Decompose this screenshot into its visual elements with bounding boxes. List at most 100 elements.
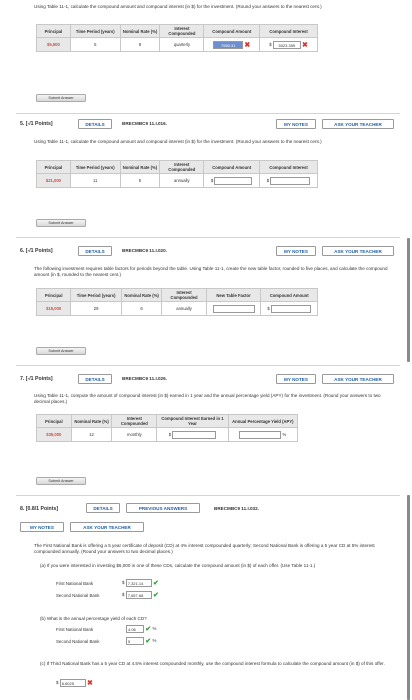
first-bank-input[interactable]: 7,321.14: [125, 579, 152, 587]
details-button[interactable]: DETAILS: [78, 119, 112, 129]
rate-cell: 6: [120, 301, 163, 316]
table-factor-input[interactable]: [212, 304, 255, 313]
details-button[interactable]: DETAILS: [78, 246, 112, 256]
col-compounded: Interest Compounded: [161, 288, 207, 302]
question-divider: [16, 237, 400, 238]
col-interest: Compound Interest: [259, 24, 318, 38]
col-compounded: Interest Compounded: [111, 414, 158, 428]
q8-intro: The First National Bank is offering a 5 …: [34, 543, 375, 554]
col-interest-1yr: Compound Interest Earned in 1 Year: [156, 414, 229, 428]
my-notes-button[interactable]: MY NOTES: [20, 522, 64, 532]
question-code: BRECMBC9 11.I.016.: [122, 121, 167, 126]
correct-icon: ✔: [153, 580, 159, 587]
details-button[interactable]: DETAILS: [78, 374, 112, 384]
second-bank-answer: $ 7,657.68 ✔: [122, 591, 159, 599]
rate-cell: 12: [70, 427, 113, 442]
q4-table: Principal Time Period (years) Nominal Ra…: [36, 24, 318, 52]
rate-cell: 5: [119, 173, 161, 188]
col-time: Time Period (years): [69, 160, 121, 174]
col-principal: Principal: [36, 414, 72, 428]
previous-answers-button[interactable]: PREVIOUS ANSWERS: [126, 503, 200, 513]
q7-table: Principal Nominal Rate (%) Interest Comp…: [36, 414, 299, 442]
amount-cell: 7550.31 ✖: [203, 37, 261, 52]
interest-input[interactable]: 5023.355: [272, 40, 301, 49]
question-code: BRECMBC9 11.I.020.: [122, 248, 167, 253]
first-apy-input[interactable]: 4.06: [126, 625, 144, 633]
amount-input[interactable]: [270, 304, 311, 313]
scrollbar-thumb[interactable]: [407, 495, 410, 700]
col-time: Time Period (years): [69, 24, 121, 38]
amount-input[interactable]: 7550.31: [213, 40, 244, 49]
interest-input[interactable]: [270, 176, 311, 185]
col-time: Time Period (years): [70, 288, 122, 302]
submit-answer-button[interactable]: Submit Answer: [36, 94, 86, 102]
correct-icon: ✔: [145, 626, 152, 633]
principal-cell: $21,000: [36, 173, 71, 188]
col-principal: Principal: [36, 160, 71, 174]
incorrect-icon: ✖: [301, 41, 308, 49]
q5-instructions: Using Table 11-1, calculate the compound…: [34, 139, 322, 144]
col-rate: Nominal Rate (%): [119, 160, 161, 174]
incorrect-icon: ✖: [87, 680, 93, 687]
question-divider: [16, 365, 400, 366]
first-bank-apy-answer: 4.06 ✔ %: [126, 625, 157, 633]
ask-teacher-button[interactable]: ASK YOUR TEACHER: [322, 374, 394, 384]
question-divider: [16, 495, 400, 496]
ask-teacher-button[interactable]: ASK YOUR TEACHER: [322, 119, 394, 129]
amount-input[interactable]: [214, 176, 253, 185]
third-bank-input[interactable]: 6.6025: [59, 679, 86, 687]
my-notes-button[interactable]: MY NOTES: [276, 374, 316, 384]
time-cell: 29: [70, 301, 122, 316]
question-number: 7. [-/1 Points]: [20, 376, 53, 382]
principal-cell: $5,500: [36, 37, 71, 52]
ask-teacher-button[interactable]: ASK YOUR TEACHER: [322, 246, 394, 256]
q5-table: Principal Time Period (years) Nominal Ra…: [36, 160, 318, 188]
table-factor-cell: [205, 301, 262, 316]
compounded-cell: quarterly: [159, 37, 205, 52]
interest-input[interactable]: [172, 430, 217, 439]
col-amount: Compound Amount: [203, 24, 261, 38]
amount-cell: $: [203, 173, 261, 188]
second-bank-input[interactable]: 7,657.68: [125, 591, 152, 599]
part-a-text: (a) If you were interested in investing …: [40, 563, 316, 568]
incorrect-icon: ✖: [244, 41, 251, 49]
question-divider: [16, 113, 400, 114]
submit-answer-button[interactable]: Submit Answer: [36, 219, 86, 227]
part-b-text: (b) What is the annual percentage yield …: [40, 616, 147, 621]
part-c-text: (c) If Third National Bank has a 5 year …: [40, 661, 385, 666]
interest-cell: $: [259, 173, 318, 188]
col-compounded: Interest Compounded: [159, 160, 205, 174]
col-amount: Compound Amount: [260, 288, 318, 302]
question-code: BRECMBC9 11.I.032.: [214, 506, 259, 511]
col-table-factor: New Table Factor: [205, 288, 262, 302]
second-apy-input[interactable]: 5: [126, 637, 144, 645]
compounded-cell: monthly: [111, 427, 158, 442]
correct-icon: ✔: [153, 592, 159, 599]
interest-cell: $ 5023.355 ✖: [259, 37, 318, 52]
compounded-cell: annually: [161, 301, 207, 316]
q4-instructions: Using Table 11-1, calculate the compound…: [34, 4, 322, 9]
q6-instructions: The following investment requires table …: [34, 266, 388, 277]
my-notes-button[interactable]: MY NOTES: [276, 119, 316, 129]
submit-answer-button[interactable]: Submit Answer: [36, 477, 86, 485]
col-principal: Principal: [35, 288, 72, 302]
q7-instructions: Using Table 11-1, compute the amount of …: [34, 393, 381, 404]
my-notes-button[interactable]: MY NOTES: [276, 246, 316, 256]
question-code: BRECMBC9 11.I.026.: [122, 376, 167, 381]
time-cell: 11: [69, 173, 121, 188]
first-bank-answer: $ 7,321.14 ✔: [122, 579, 159, 587]
ask-teacher-button[interactable]: ASK YOUR TEACHER: [70, 522, 144, 532]
col-amount: Compound Amount: [203, 160, 261, 174]
details-button[interactable]: DETAILS: [86, 503, 120, 513]
col-principal: Principal: [36, 24, 71, 38]
col-rate: Nominal Rate (%): [120, 288, 163, 302]
apy-input[interactable]: [239, 430, 282, 439]
submit-answer-button[interactable]: Submit Answer: [36, 347, 86, 355]
first-bank-label: First National Bank: [56, 581, 94, 586]
principal-cell: $35,000: [36, 427, 72, 442]
scrollbar-thumb[interactable]: [407, 238, 410, 362]
q6-table: Principal Time Period (years) Nominal Ra…: [35, 288, 318, 316]
compounded-cell: annually: [159, 173, 205, 188]
correct-icon: ✔: [145, 638, 152, 645]
second-bank-apy-answer: 5 ✔ %: [126, 637, 157, 645]
